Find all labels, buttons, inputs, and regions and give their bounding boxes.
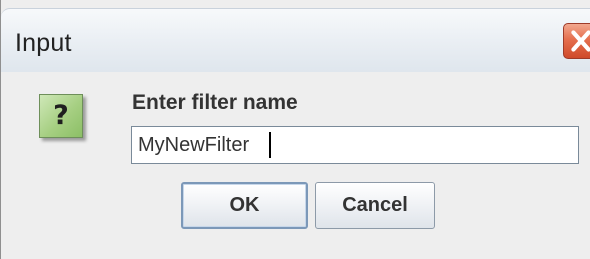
text-caret — [269, 132, 271, 158]
title-bar[interactable]: Input — [1, 8, 590, 72]
input-dialog: Input ? Enter filter name OK Cancel — [0, 0, 590, 259]
dialog-title: Input — [15, 29, 72, 57]
prompt-label: Enter filter name — [132, 91, 298, 114]
close-button[interactable] — [563, 23, 590, 59]
question-icon: ? — [39, 94, 83, 138]
filter-name-input[interactable] — [131, 126, 579, 164]
cancel-button[interactable]: Cancel — [315, 182, 435, 229]
ok-button[interactable]: OK — [181, 182, 308, 229]
close-icon — [571, 30, 590, 52]
